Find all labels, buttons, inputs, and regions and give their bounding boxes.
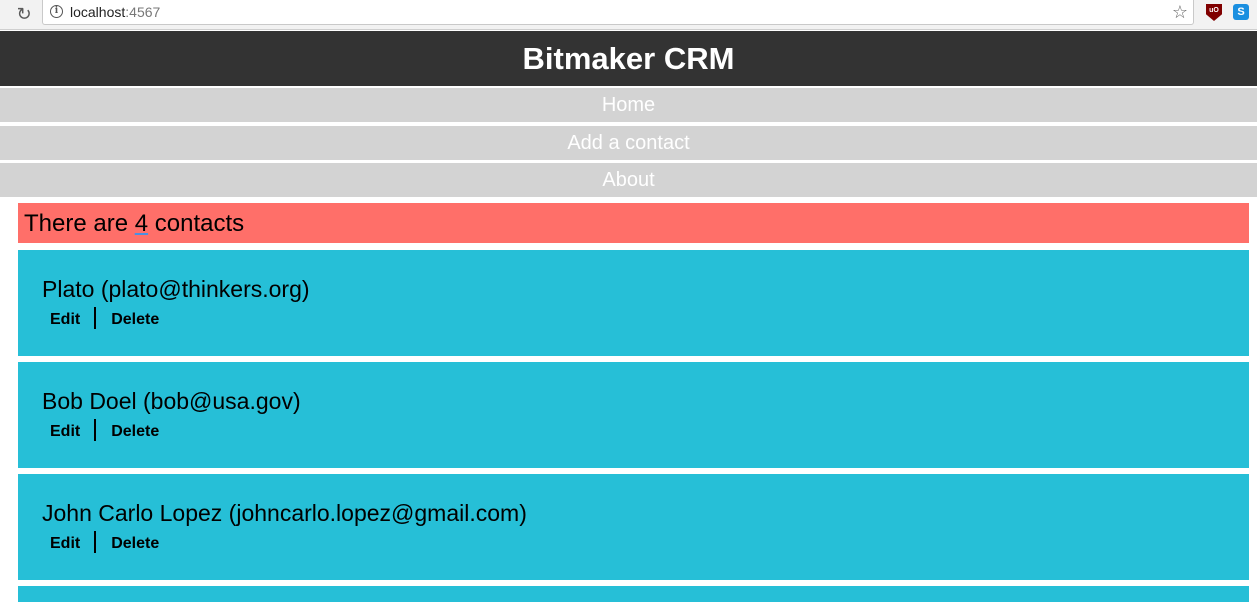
contact-actions: Edit Delete <box>50 531 159 556</box>
address-bar[interactable]: i localhost:4567 ☆ <box>42 0 1194 25</box>
nav-home-link[interactable]: Home <box>0 88 1257 122</box>
delete-link[interactable]: Delete <box>96 308 159 332</box>
skype-extension-icon[interactable]: S <box>1233 4 1249 20</box>
edit-link[interactable]: Edit <box>50 532 94 556</box>
contact-name: Plato (plato@thinkers.org) <box>42 276 310 302</box>
count-prefix: There are <box>24 210 135 237</box>
contact-card-partial <box>18 586 1249 602</box>
contact-actions: Edit Delete <box>50 307 159 332</box>
contact-card: Bob Doel (bob@usa.gov) Edit Delete <box>18 362 1249 468</box>
ublock-extension-icon[interactable]: uO <box>1206 4 1222 21</box>
url-host: localhost <box>70 4 126 20</box>
site-title: Bitmaker CRM <box>0 31 1257 86</box>
contact-name: John Carlo Lopez (johncarlo.lopez@gmail.… <box>42 500 527 526</box>
count-suffix: contacts <box>148 210 245 237</box>
contact-count-banner: There are 4 contacts <box>18 203 1249 243</box>
info-icon[interactable]: i <box>50 5 63 18</box>
url-port: :4567 <box>125 4 161 20</box>
nav-add-contact-link[interactable]: Add a contact <box>0 126 1257 160</box>
delete-link[interactable]: Delete <box>96 532 159 556</box>
contact-card: John Carlo Lopez (johncarlo.lopez@gmail.… <box>18 474 1249 580</box>
contact-count: 4 <box>134 210 149 237</box>
browser-toolbar: ↻ i localhost:4567 ☆ uO S <box>0 0 1257 30</box>
url-text: localhost:4567 <box>70 3 160 21</box>
nav-about-link[interactable]: About <box>0 163 1257 197</box>
contact-actions: Edit Delete <box>50 419 159 444</box>
reload-icon[interactable]: ↻ <box>13 3 35 25</box>
delete-link[interactable]: Delete <box>96 420 159 444</box>
contact-name: Bob Doel (bob@usa.gov) <box>42 388 301 414</box>
bookmark-star-icon[interactable]: ☆ <box>1172 1 1188 23</box>
contact-card: Plato (plato@thinkers.org) Edit Delete <box>18 250 1249 356</box>
edit-link[interactable]: Edit <box>50 420 94 444</box>
edit-link[interactable]: Edit <box>50 308 94 332</box>
